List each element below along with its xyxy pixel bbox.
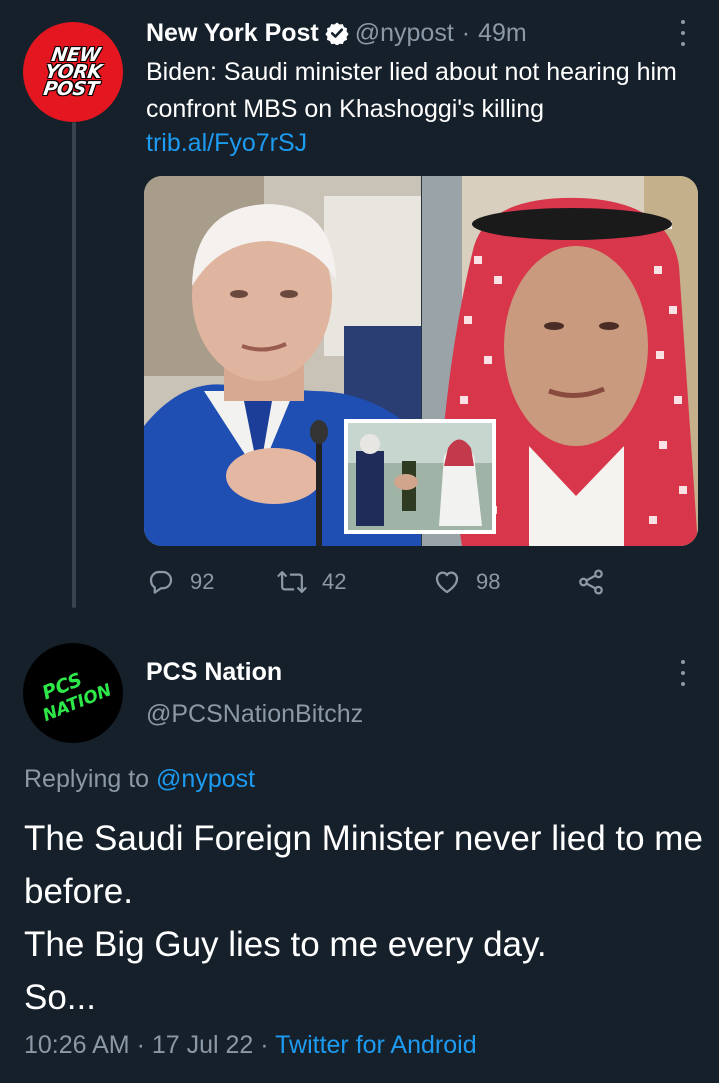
news-photo-collage xyxy=(144,176,698,546)
handle[interactable]: @nypost xyxy=(355,19,454,48)
pcs-nation-logo: PCS NATION xyxy=(39,669,114,726)
display-name[interactable]: New York Post xyxy=(146,19,319,48)
more-options-icon[interactable] xyxy=(679,660,687,686)
tweet-actions: 92 42 98 xyxy=(146,562,616,602)
dot-separator: · xyxy=(461,18,471,47)
nypost-logo: NEW YORK POST xyxy=(41,43,103,100)
tweet-header: New York Post @nypost · 49m xyxy=(146,16,527,50)
more-options-icon[interactable] xyxy=(679,20,687,46)
retweet-icon xyxy=(277,571,307,593)
tweet-text-line: So... xyxy=(24,978,96,1017)
tweet-text-line: The Saudi Foreign Minister never lied to… xyxy=(24,819,703,911)
pcs-nation-avatar[interactable]: PCS NATION xyxy=(23,643,123,743)
tweet-metadata: 10:26 AM · 17 Jul 22 · Twitter for Andro… xyxy=(24,1031,477,1060)
tweet-image[interactable] xyxy=(144,176,698,546)
tweet-link[interactable]: trib.al/Fyo7rSJ xyxy=(146,129,307,158)
mention-link[interactable]: @nypost xyxy=(156,765,255,793)
display-name[interactable]: PCS Nation xyxy=(146,658,282,687)
dot-separator: · xyxy=(136,1031,152,1059)
tweet-text: Biden: Saudi minister lied about not hea… xyxy=(146,58,677,123)
tweet-text-line: The Big Guy lies to me every day. xyxy=(24,925,547,964)
timestamp[interactable]: 49m xyxy=(478,19,527,48)
nypost-avatar[interactable]: NEW YORK POST xyxy=(23,22,123,122)
like-count: 98 xyxy=(476,569,501,594)
like-icon xyxy=(435,571,459,594)
thread-connector-line xyxy=(72,122,76,608)
verified-badge-icon xyxy=(325,22,349,45)
retweet-count: 42 xyxy=(322,569,347,594)
retweet-button[interactable]: 42 xyxy=(276,562,346,602)
replying-to: Replying to @nypost xyxy=(24,765,255,794)
source-app-link[interactable]: Twitter for Android xyxy=(275,1031,476,1059)
tweet-text: The Saudi Foreign Minister never lied to… xyxy=(24,812,704,1024)
reply-count: 92 xyxy=(190,569,215,594)
replying-to-label: Replying to xyxy=(24,765,150,793)
tweet-time[interactable]: 10:26 AM xyxy=(24,1031,130,1059)
like-button[interactable]: 98 xyxy=(432,562,500,602)
handle[interactable]: @PCSNationBitchz xyxy=(146,700,363,729)
reply-icon xyxy=(149,570,173,594)
share-button[interactable] xyxy=(576,562,620,602)
tweet-date[interactable]: 17 Jul 22 xyxy=(152,1031,253,1059)
dot-separator: · xyxy=(260,1031,276,1059)
reply-button[interactable]: 92 xyxy=(146,562,214,602)
share-icon xyxy=(579,569,603,595)
